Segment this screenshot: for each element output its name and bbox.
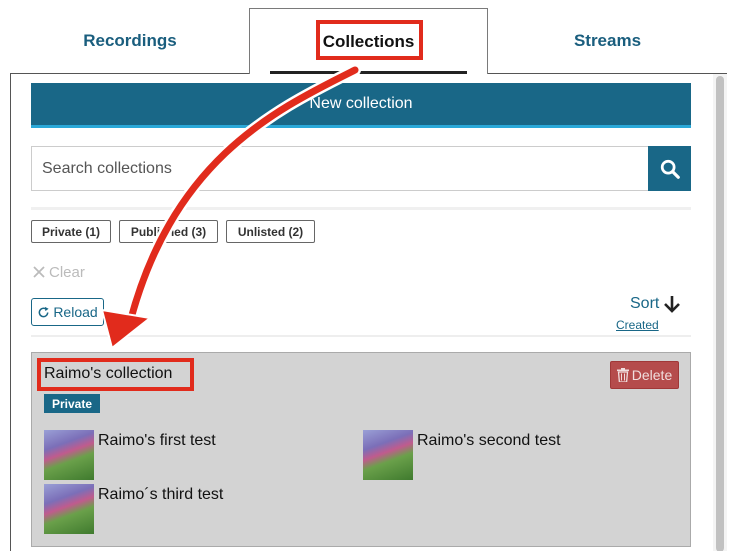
filter-private[interactable]: Private (1) bbox=[31, 220, 111, 243]
filter-published[interactable]: Published (3) bbox=[119, 220, 218, 243]
sort-by-link[interactable]: Created bbox=[616, 318, 659, 332]
recording-item[interactable]: Raimo's second test bbox=[363, 430, 561, 480]
search-button[interactable] bbox=[648, 146, 691, 191]
search-bar bbox=[31, 146, 691, 191]
recording-title: Raimo's first test bbox=[98, 432, 216, 449]
divider bbox=[31, 207, 691, 210]
recording-title: Raimo's second test bbox=[417, 432, 561, 449]
delete-button[interactable]: Delete bbox=[610, 361, 679, 389]
recording-item[interactable]: Raimo´s third test bbox=[44, 484, 223, 534]
title-highlight-box bbox=[37, 358, 194, 391]
tab-highlight-box bbox=[316, 20, 423, 60]
recording-thumbnail bbox=[44, 430, 94, 480]
reload-label: Reload bbox=[53, 304, 98, 320]
scrollbar-thumb[interactable] bbox=[716, 76, 724, 551]
reload-icon bbox=[38, 306, 49, 317]
tab-streams[interactable]: Streams bbox=[488, 8, 727, 74]
divider bbox=[31, 335, 691, 337]
recording-item[interactable]: Raimo's first test bbox=[44, 430, 216, 480]
visibility-badge: Private bbox=[44, 394, 101, 413]
recording-title: Raimo´s third test bbox=[98, 486, 224, 503]
search-input[interactable] bbox=[31, 146, 648, 191]
recording-thumbnail bbox=[44, 484, 94, 534]
trash-icon bbox=[616, 368, 629, 382]
sort-label: Sort bbox=[630, 295, 660, 312]
search-icon bbox=[660, 159, 680, 179]
new-collection-button[interactable]: New collection bbox=[31, 83, 691, 128]
clear-filters-button[interactable]: Clear bbox=[33, 262, 85, 282]
recording-thumbnail bbox=[363, 430, 413, 480]
scrollbar[interactable] bbox=[713, 74, 727, 551]
arrow-down-icon bbox=[664, 296, 681, 313]
clear-label: Clear bbox=[49, 263, 85, 281]
close-icon bbox=[33, 266, 45, 278]
delete-label: Delete bbox=[631, 367, 673, 383]
sort-button[interactable]: Sort bbox=[630, 292, 681, 316]
reload-button[interactable]: Reload bbox=[31, 298, 104, 326]
tab-recordings[interactable]: Recordings bbox=[10, 8, 250, 74]
active-tab-indicator bbox=[270, 71, 467, 74]
filter-unlisted[interactable]: Unlisted (2) bbox=[226, 220, 315, 243]
